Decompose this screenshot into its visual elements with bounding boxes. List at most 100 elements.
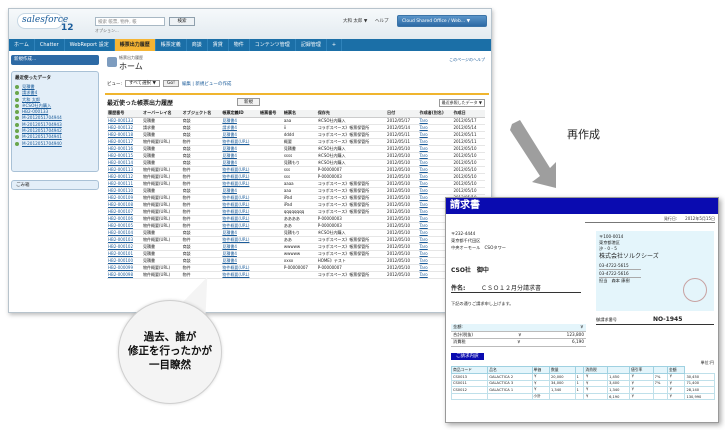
- table-cell[interactable]: HB2-000111: [107, 180, 142, 188]
- table-cell[interactable]: 物件概要(URL): [221, 271, 260, 279]
- column-header[interactable]: 作成者(別名): [418, 110, 453, 118]
- tab-webreport-settings[interactable]: WebReport 設定: [65, 39, 115, 51]
- app-menu[interactable]: Cloud Shared Office / Web... ▼: [397, 15, 487, 27]
- table-cell[interactable]: HB2-000105: [107, 222, 142, 230]
- search-options-link[interactable]: オプション...: [95, 28, 119, 34]
- table-cell[interactable]: HB2-000116: [107, 145, 142, 153]
- table-cell[interactable]: HB2-000110: [107, 187, 142, 195]
- new-button[interactable]: 新規: [237, 98, 260, 106]
- table-cell: sss: [282, 173, 317, 181]
- search-input[interactable]: 検索 帳票, 物件, 帳: [95, 17, 165, 26]
- table-cell[interactable]: 物件概要(URL): [221, 180, 260, 188]
- table-cell[interactable]: HB2-000104: [107, 229, 142, 237]
- tab-content[interactable]: コンテンツ管理: [250, 39, 296, 51]
- tab-property[interactable]: 物件: [229, 39, 250, 51]
- table-cell[interactable]: HB2-000112: [107, 173, 142, 181]
- table-cell[interactable]: 見積書4: [221, 159, 260, 167]
- table-cell[interactable]: HB2-000106: [107, 215, 142, 223]
- column-header[interactable]: オーバーレイ名: [142, 110, 182, 118]
- view-links[interactable]: 編集 | 新規ビューの作成: [182, 81, 231, 87]
- table-cell[interactable]: 物件概要(URL): [221, 215, 260, 223]
- table-cell[interactable]: 物件概要(URL): [221, 222, 260, 230]
- go-button[interactable]: Go!: [162, 80, 179, 87]
- recent-item[interactable]: M-2012051704940: [15, 141, 95, 147]
- table-cell[interactable]: HB2-000107: [107, 208, 142, 216]
- table-cell[interactable]: 物件概要(URL): [221, 236, 260, 244]
- table-cell[interactable]: Taro: [418, 138, 453, 146]
- column-header[interactable]: 保存先: [316, 110, 387, 118]
- table-cell[interactable]: HB2-000113: [107, 166, 142, 174]
- table-cell[interactable]: Taro: [418, 159, 453, 167]
- table-cell[interactable]: 物件概要(URL): [221, 173, 260, 181]
- tab-add[interactable]: +: [327, 39, 343, 51]
- table-cell[interactable]: 物件概要(URL): [221, 208, 260, 216]
- table-cell[interactable]: 見積書4: [221, 250, 260, 258]
- column-header[interactable]: 帳票番号: [259, 110, 283, 118]
- table-cell[interactable]: 見積書4: [221, 257, 260, 265]
- table-cell[interactable]: HB2-000133: [107, 117, 142, 125]
- column-header[interactable]: 履歴番号: [107, 110, 142, 118]
- show-select[interactable]: 最近参照したデータ ▼: [438, 99, 485, 107]
- salesforce-logo[interactable]: salesforce 12: [17, 11, 74, 35]
- table-cell[interactable]: HB2-000101: [107, 250, 142, 258]
- table-cell[interactable]: 物件概要(URL): [221, 264, 260, 272]
- table-cell: ※CSO社内購入: [316, 117, 387, 125]
- table-cell[interactable]: Taro: [418, 173, 453, 181]
- column-header[interactable]: 作成日: [452, 110, 485, 118]
- tab-report-definition[interactable]: 帳票定義: [156, 39, 187, 51]
- table-cell: HOME》テスト: [316, 257, 387, 265]
- tab-rental[interactable]: 賃貸: [208, 39, 229, 51]
- table-cell[interactable]: Taro: [418, 180, 453, 188]
- tab-home[interactable]: ホーム: [9, 39, 35, 51]
- table-cell[interactable]: Taro: [418, 145, 453, 153]
- table-cell[interactable]: 見積書4: [221, 131, 260, 139]
- table-cell[interactable]: Taro: [418, 131, 453, 139]
- table-cell[interactable]: 請求書4: [221, 124, 260, 132]
- table-cell[interactable]: HB2-000132: [107, 124, 142, 132]
- table-cell[interactable]: HB2-000114: [107, 159, 142, 167]
- table-cell[interactable]: HB2-000115: [107, 152, 142, 160]
- tab-chatter[interactable]: Chatter: [35, 39, 65, 51]
- table-cell: 2012/05/10: [386, 201, 419, 209]
- table-cell[interactable]: HB2-000108: [107, 201, 142, 209]
- user-menu[interactable]: 大和 太郎 ▼: [343, 18, 367, 24]
- view-select[interactable]: すべて選択 ▼: [125, 80, 160, 87]
- table-cell[interactable]: Taro: [418, 166, 453, 174]
- tab-opportunities[interactable]: 商談: [187, 39, 208, 51]
- table-cell[interactable]: 物件概要(URL): [221, 194, 260, 202]
- table-cell[interactable]: 見積書4: [221, 187, 260, 195]
- tab-report-history[interactable]: 帳票出力履歴: [114, 39, 156, 51]
- table-cell[interactable]: Taro: [418, 124, 453, 132]
- table-cell[interactable]: HB2-000109: [107, 194, 142, 202]
- table-cell[interactable]: 物件概要(URL): [221, 201, 260, 209]
- column-header[interactable]: 日付: [386, 110, 419, 118]
- table-cell[interactable]: 見積書4: [221, 243, 260, 251]
- table-cell[interactable]: Taro: [418, 152, 453, 160]
- table-cell[interactable]: 物件概要(URL): [221, 138, 260, 146]
- table-cell[interactable]: Taro: [418, 117, 453, 125]
- table-cell[interactable]: 物件概要(URL): [221, 166, 260, 174]
- table-cell: 2012/05/11: [386, 138, 419, 146]
- column-header[interactable]: 帳票定義ID: [221, 110, 260, 118]
- table-cell[interactable]: 見積書4: [221, 229, 260, 237]
- search-button[interactable]: 検索: [169, 17, 195, 26]
- table-cell[interactable]: HB2-000102: [107, 243, 142, 251]
- table-cell[interactable]: HB2-000098: [107, 271, 142, 279]
- table-cell[interactable]: Taro: [418, 187, 453, 195]
- create-new-button[interactable]: 新規作成...: [11, 55, 99, 65]
- recycle-bin[interactable]: ごみ箱: [11, 180, 99, 190]
- column-header[interactable]: オブジェクト名: [181, 110, 222, 118]
- table-cell[interactable]: 見積書4: [221, 145, 260, 153]
- table-cell[interactable]: 見積書4: [221, 152, 260, 160]
- table-cell[interactable]: 見積書4: [221, 117, 260, 125]
- table-cell[interactable]: HB2-000103: [107, 236, 142, 244]
- table-cell[interactable]: HB2-000118: [107, 131, 142, 139]
- page-help-link[interactable]: このページのヘルプ: [449, 57, 485, 63]
- column-header[interactable]: 帳票名: [282, 110, 317, 118]
- table-cell[interactable]: HB2-000100: [107, 257, 142, 265]
- help-link[interactable]: ヘルプ: [375, 18, 389, 24]
- tab-records[interactable]: 記録管理: [296, 39, 327, 51]
- detail-cell: [652, 386, 669, 394]
- table-cell[interactable]: HB2-000099: [107, 264, 142, 272]
- table-cell[interactable]: HB2-000117: [107, 138, 142, 146]
